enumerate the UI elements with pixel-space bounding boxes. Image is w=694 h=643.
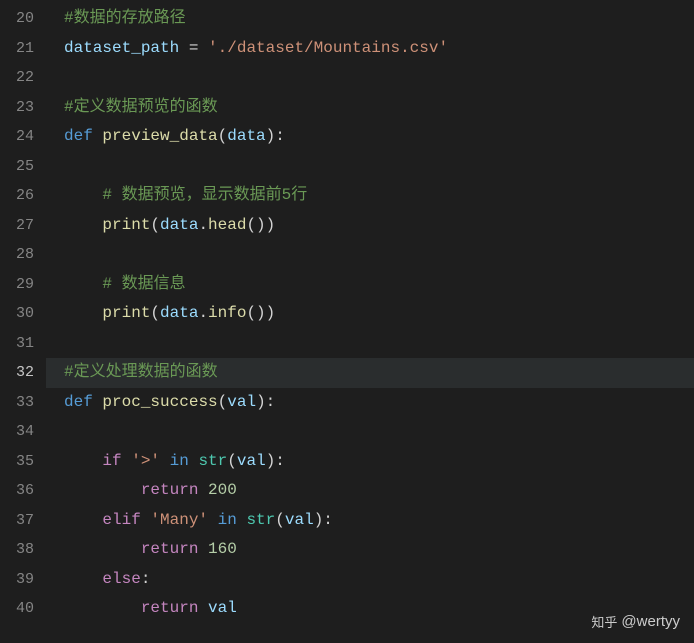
line-number: 38 [0, 535, 46, 565]
line-number: 24 [0, 122, 46, 152]
code-line[interactable]: return 200 [64, 476, 694, 506]
watermark: 知乎 @wertyy [591, 612, 680, 631]
code-line[interactable] [64, 417, 694, 447]
code-area[interactable]: #数据的存放路径 dataset_path = './dataset/Mount… [46, 0, 694, 643]
code-line[interactable]: print(data.info()) [64, 299, 694, 329]
code-line-active[interactable]: #定义处理数据的函数 [46, 358, 694, 388]
line-number: 40 [0, 594, 46, 624]
line-number: 22 [0, 63, 46, 93]
line-number: 29 [0, 270, 46, 300]
line-number: 20 [0, 4, 46, 34]
code-line[interactable]: print(data.head()) [64, 211, 694, 241]
code-line[interactable]: #定义数据预览的函数 [64, 93, 694, 123]
line-number: 32 [0, 358, 46, 388]
line-number: 39 [0, 565, 46, 595]
code-line[interactable]: def preview_data(data): [64, 122, 694, 152]
code-line[interactable]: return 160 [64, 535, 694, 565]
watermark-handle: @wertyy [621, 613, 680, 630]
code-line[interactable] [64, 63, 694, 93]
code-line[interactable]: #数据的存放路径 [64, 4, 694, 34]
line-number: 33 [0, 388, 46, 418]
code-editor[interactable]: 20 21 22 23 24 25 26 27 28 29 30 31 32 3… [0, 0, 694, 643]
line-number: 35 [0, 447, 46, 477]
line-number: 31 [0, 329, 46, 359]
code-line[interactable]: def proc_success(val): [64, 388, 694, 418]
line-number: 36 [0, 476, 46, 506]
line-number: 27 [0, 211, 46, 241]
code-line[interactable] [64, 152, 694, 182]
code-line[interactable]: # 数据信息 [64, 270, 694, 300]
code-line[interactable]: elif 'Many' in str(val): [64, 506, 694, 536]
line-number: 30 [0, 299, 46, 329]
code-line[interactable]: # 数据预览，显示数据前5行 [64, 181, 694, 211]
code-line[interactable]: else: [64, 565, 694, 595]
code-line[interactable] [64, 240, 694, 270]
line-number-gutter: 20 21 22 23 24 25 26 27 28 29 30 31 32 3… [0, 0, 46, 643]
code-line[interactable]: if '>' in str(val): [64, 447, 694, 477]
line-number: 34 [0, 417, 46, 447]
code-line[interactable]: dataset_path = './dataset/Mountains.csv' [64, 34, 694, 64]
line-number: 21 [0, 34, 46, 64]
line-number: 25 [0, 152, 46, 182]
line-number: 23 [0, 93, 46, 123]
line-number: 26 [0, 181, 46, 211]
zhihu-icon: 知乎 [591, 612, 617, 631]
line-number: 37 [0, 506, 46, 536]
line-number: 28 [0, 240, 46, 270]
code-line[interactable] [64, 329, 694, 359]
